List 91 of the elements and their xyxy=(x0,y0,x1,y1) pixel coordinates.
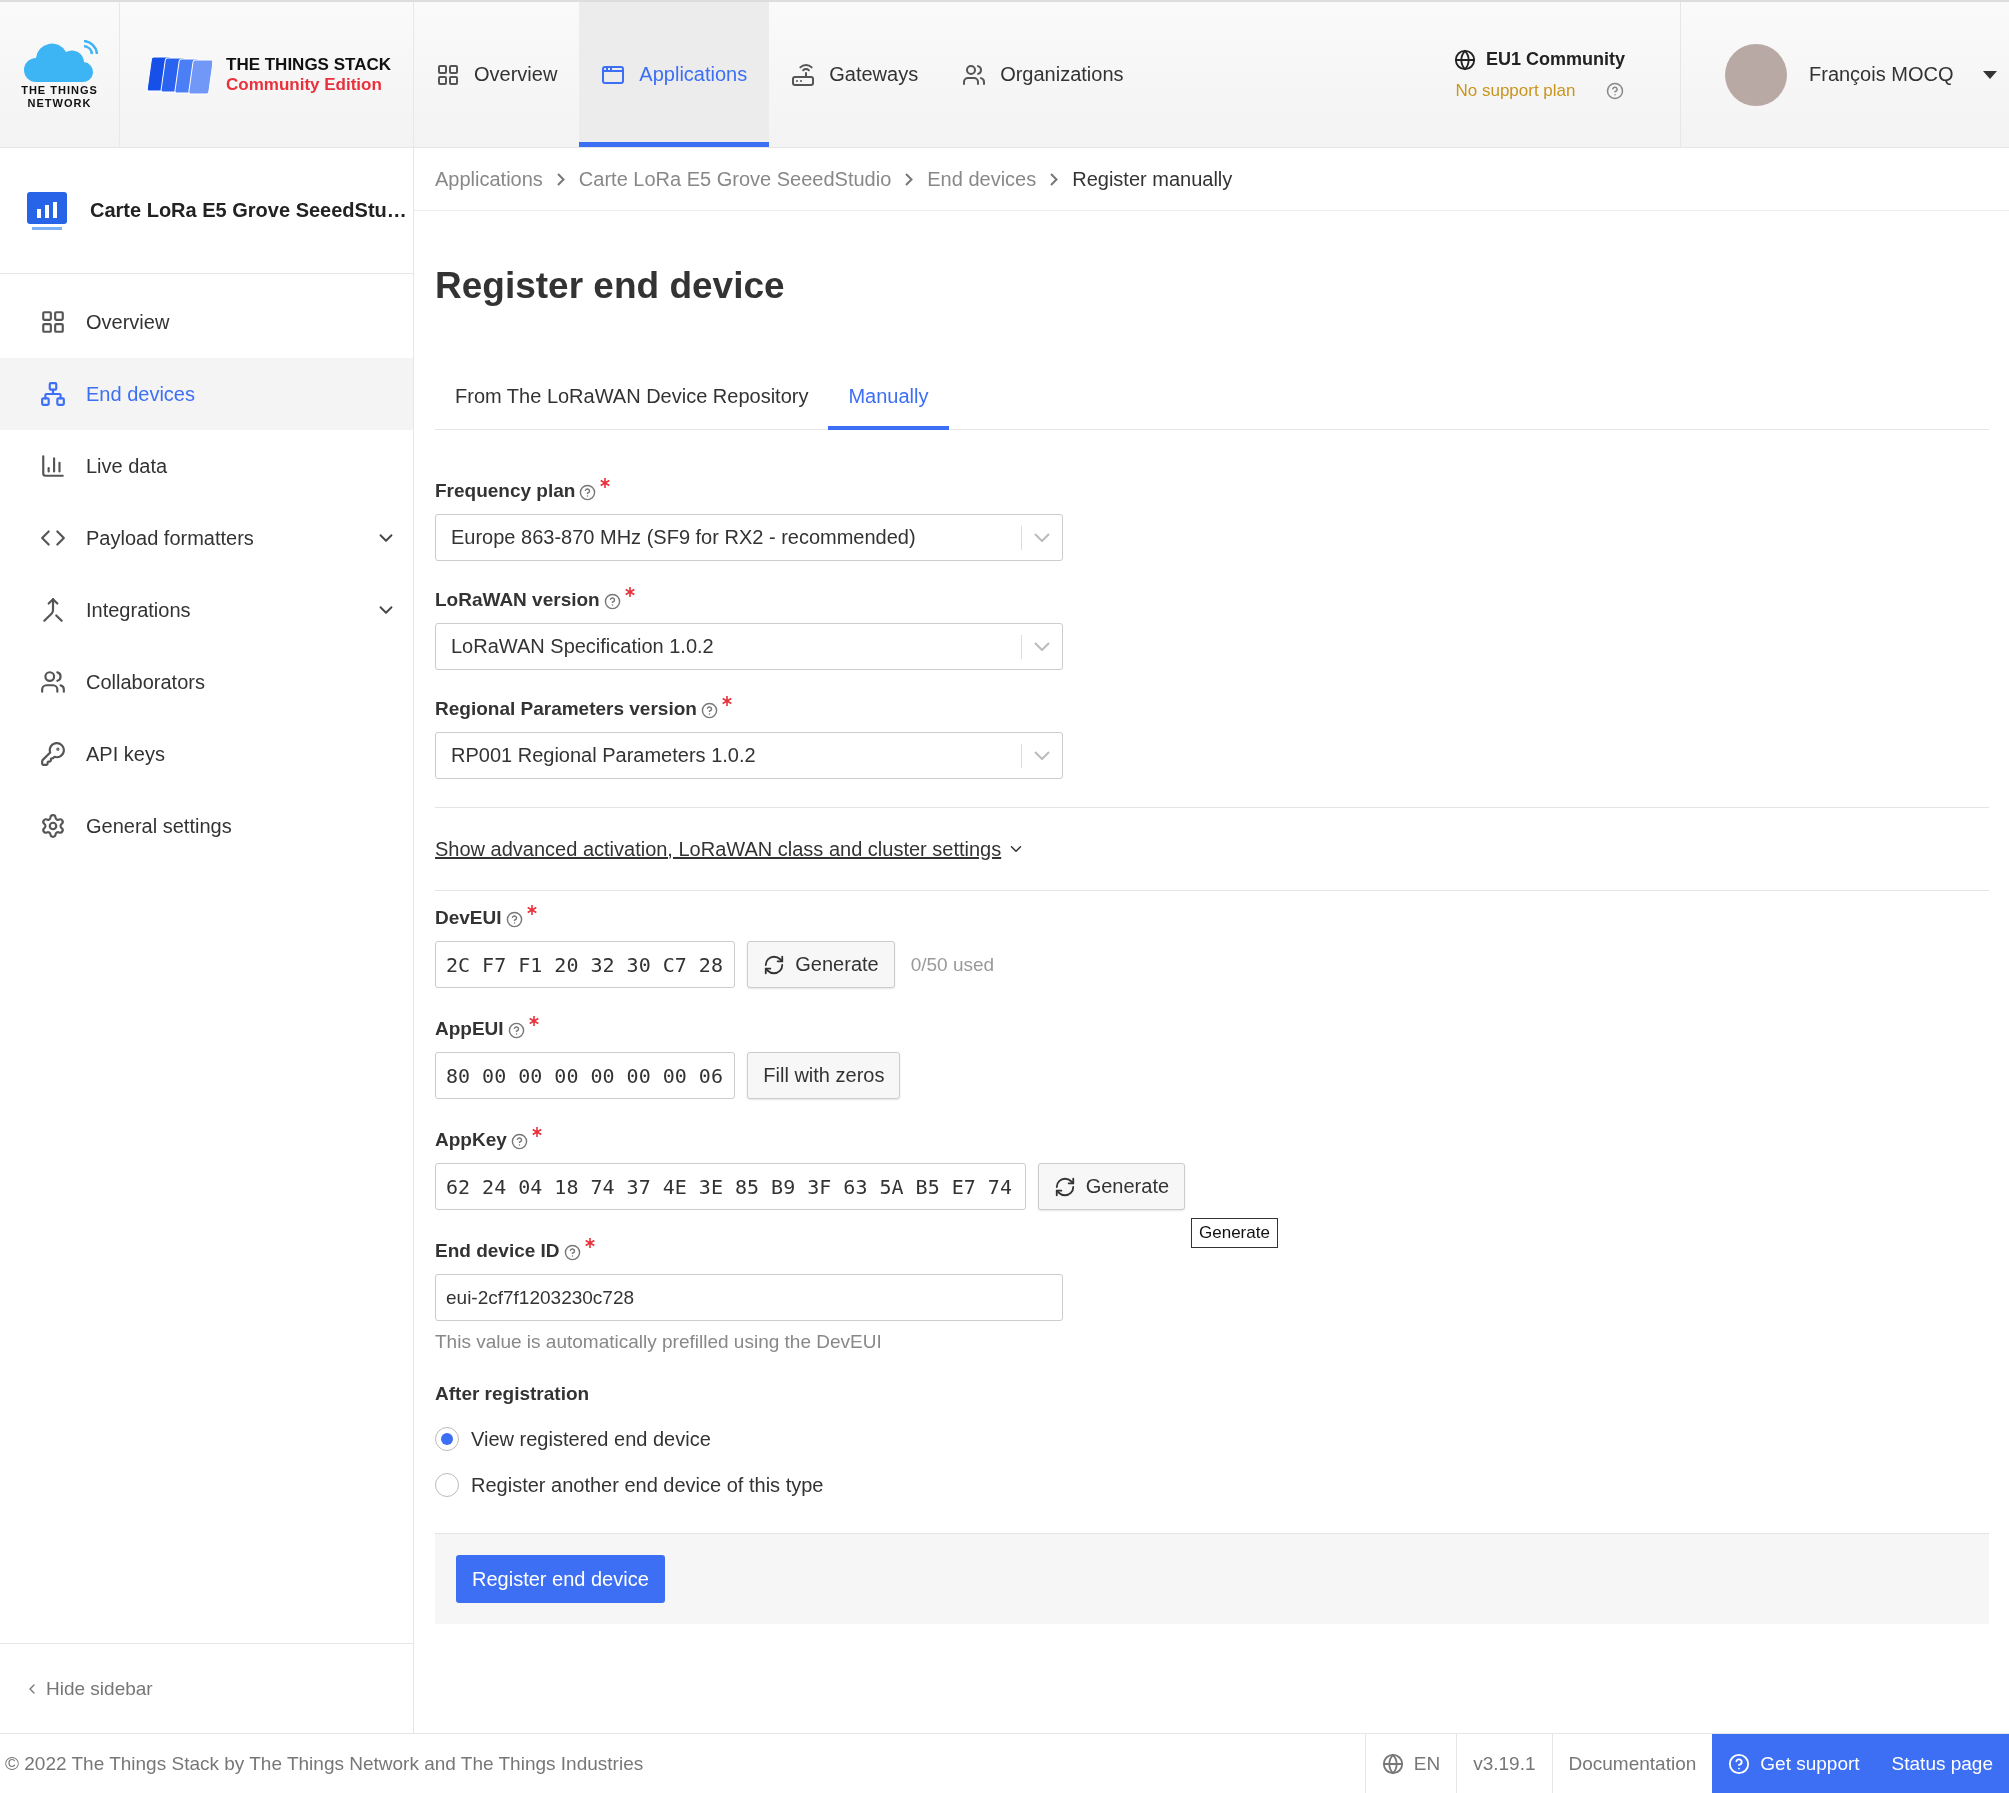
field-label: AppKey xyxy=(435,1129,507,1151)
field-label: AppEUI xyxy=(435,1018,504,1040)
field-label: LoRaWAN version xyxy=(435,589,600,611)
support-plan-text: No support plan xyxy=(1455,80,1576,101)
key-icon xyxy=(40,741,66,767)
grid-icon xyxy=(40,309,66,335)
sidebar-item[interactable]: Collaborators xyxy=(0,646,413,718)
router-icon xyxy=(791,62,816,87)
logo-text: THE THINGS xyxy=(21,84,98,97)
people-icon xyxy=(962,62,987,87)
select-field[interactable]: Europe 863-870 MHz (SF9 for RX2 - recommended) xyxy=(435,514,1063,561)
sidebar-item[interactable]: API keys xyxy=(0,718,413,790)
radio-option[interactable]: Register another end device of this type xyxy=(435,1473,1989,1497)
breadcrumb-link[interactable]: Applications xyxy=(435,167,543,191)
sidebar-item[interactable]: Payload formatters xyxy=(0,502,413,574)
cluster-name: EU1 Community xyxy=(1485,49,1625,70)
logo-text: NETWORK xyxy=(27,96,92,109)
chevron-down-icon xyxy=(1034,642,1050,651)
settings-icon xyxy=(40,813,66,839)
help-icon[interactable] xyxy=(1605,81,1624,100)
sidebar-item[interactable]: End devices xyxy=(0,358,413,430)
breadcrumb-link[interactable]: Carte LoRa E5 Grove SeeedStudio xyxy=(578,167,892,191)
caret-icon[interactable] xyxy=(1983,70,1998,79)
select-field[interactable]: RP001 Regional Parameters 1.0.2 xyxy=(435,732,1063,779)
field-hint: This value is automatically prefilled using the DevEUI xyxy=(435,1331,883,1353)
chevron-right-icon xyxy=(556,172,565,186)
sidebar-item[interactable]: Overview xyxy=(0,286,413,358)
hide-sidebar-link[interactable]: Hide sidebar xyxy=(0,1643,413,1733)
grid-icon xyxy=(436,62,460,87)
copyright-text: © 2022 The Things Stack by The Things Network and The Things Industries xyxy=(4,1751,645,1776)
application-icon xyxy=(26,190,68,231)
field-label: DevEUI xyxy=(435,907,502,929)
bar-chart-icon xyxy=(40,453,66,479)
help-icon[interactable] xyxy=(700,702,718,719)
section-label: After registration xyxy=(435,1383,590,1405)
breadcrumb-link[interactable]: Register manually xyxy=(1072,167,1233,191)
field-label: Frequency plan xyxy=(435,480,576,502)
chevron-down-icon xyxy=(1034,751,1050,760)
sidebar-item[interactable]: Integrations xyxy=(0,574,413,646)
field-label: Regional Parameters version xyxy=(435,698,697,720)
application-name: Carte LoRa E5 Grove SeeedStu… xyxy=(90,199,407,222)
refresh-icon xyxy=(763,953,786,976)
advanced-settings-link[interactable]: Show advanced activation, LoRaWAN class and cluster settings xyxy=(435,808,1989,890)
chevron-right-icon xyxy=(1050,172,1059,186)
register-button[interactable]: Register end device xyxy=(456,1555,665,1603)
tab[interactable]: Manually xyxy=(828,385,949,430)
sidebar-item[interactable]: Live data xyxy=(0,430,413,502)
hex-input-field[interactable]: 62 24 04 18 74 37 4E 3E 85 B9 3F 63 5A B5 E7 74 xyxy=(435,1163,1026,1210)
action-button[interactable]: Generate xyxy=(1037,1163,1186,1210)
page-title: Register end device xyxy=(435,265,786,307)
action-button[interactable]: Fill with zeros xyxy=(747,1052,901,1099)
radio-option[interactable]: View registered end device xyxy=(435,1427,1989,1451)
help-icon[interactable] xyxy=(510,1133,528,1150)
user-name[interactable]: François MOCQ xyxy=(1809,63,1954,86)
people-icon xyxy=(40,669,66,695)
sidebar-item[interactable]: General settings xyxy=(0,790,413,862)
tooltip: Generate xyxy=(1191,1218,1278,1248)
footer-link[interactable]: Status page xyxy=(1875,1734,2009,1793)
select-field[interactable]: LoRaWAN Specification 1.0.2 xyxy=(435,623,1063,670)
merge-icon xyxy=(40,597,66,623)
globe-icon xyxy=(1381,1752,1404,1775)
help-icon xyxy=(1728,1752,1751,1775)
nav-tab[interactable]: Organizations xyxy=(940,2,1146,147)
nav-tab[interactable]: Applications xyxy=(579,2,770,147)
help-icon[interactable] xyxy=(563,1244,581,1261)
footer-link[interactable]: Get support xyxy=(1712,1734,1876,1793)
version-label: v3.19.1 xyxy=(1456,1734,1552,1793)
stacked-cards-logo-icon xyxy=(146,54,212,95)
field-label: End device ID xyxy=(435,1240,560,1262)
nav-tab[interactable]: Gateways xyxy=(769,2,941,147)
logo-subtitle: Community Edition xyxy=(226,74,383,95)
help-icon[interactable] xyxy=(603,593,621,610)
language-selector[interactable]: EN xyxy=(1364,1734,1457,1793)
chevron-right-icon xyxy=(905,172,914,186)
tab[interactable]: From The LoRaWAN Device Repository xyxy=(435,385,829,430)
globe-icon xyxy=(1453,48,1476,71)
action-button[interactable]: Generate xyxy=(747,941,895,988)
refresh-icon xyxy=(1053,1175,1076,1198)
hex-input-field[interactable]: 2C F7 F1 20 32 30 C7 28 xyxy=(435,941,736,988)
breadcrumb-link[interactable]: End devices xyxy=(927,167,1037,191)
nav-tab[interactable]: Overview xyxy=(414,2,580,147)
cloud-logo-icon xyxy=(21,40,98,85)
chevron-down-icon xyxy=(1034,533,1050,542)
branch-icon xyxy=(40,381,66,407)
hex-input-field[interactable]: 80 00 00 00 00 00 00 06 xyxy=(435,1052,736,1099)
help-icon[interactable] xyxy=(505,911,523,928)
help-icon[interactable] xyxy=(507,1022,525,1039)
device-id-input-field[interactable]: eui-2cf7f1203230c728 xyxy=(435,1274,1063,1321)
logo-title: THE THINGS STACK xyxy=(226,54,391,75)
usage-note: 0/50 used xyxy=(910,953,995,976)
help-icon[interactable] xyxy=(579,484,597,501)
